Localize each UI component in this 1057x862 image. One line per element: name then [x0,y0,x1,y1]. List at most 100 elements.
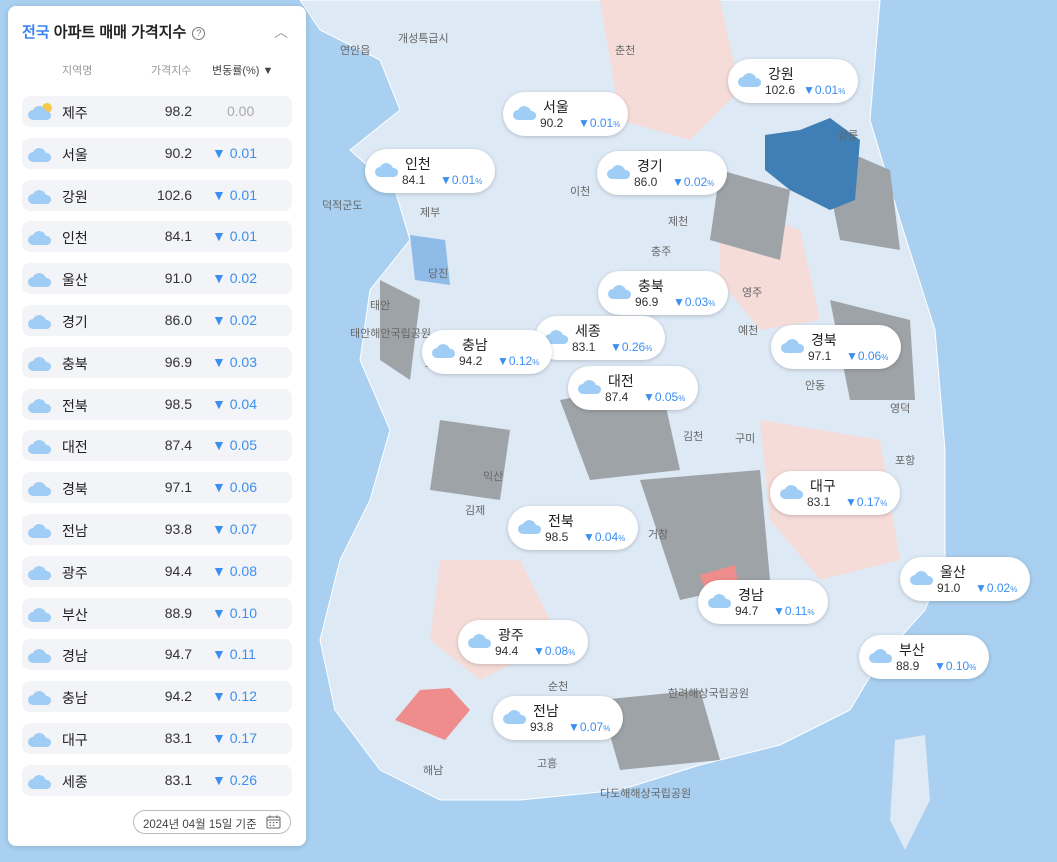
price-index: 102.6 [156,186,192,203]
cloudy-weather-icon [28,353,54,376]
map-marker-0[interactable]: 서울 90.2 ▼0.01% [503,92,628,136]
col-change-sort[interactable]: 변동률(%) ▼ [212,62,273,78]
map-marker-14[interactable]: 부산 88.9 ▼0.10% [859,635,989,679]
change-rate: ▼ 0.04 [212,395,257,412]
map-marker-7[interactable]: 대전 87.4 ▼0.05% [568,366,698,410]
marker-change-value: ▼0.17 [845,495,881,509]
map-marker-11[interactable]: 울산 91.0 ▼0.02% [900,557,1030,601]
marker-change: ▼0.12% [497,354,539,368]
region-row-3[interactable]: 인천 84.1 ▼ 0.01 [22,221,292,253]
price-index: 98.5 [164,395,192,412]
marker-region: 대구 [810,478,836,494]
price-index: 98.2 [164,103,192,119]
map-place-label: 충주 [651,246,672,258]
region-row-13[interactable]: 경남 94.7 ▼ 0.11 [22,639,292,671]
map-marker-6[interactable]: 충남 94.2 ▼0.12% [422,330,552,374]
marker-index: 91.0 [937,581,961,595]
calendar-icon [266,815,281,829]
region-row-1[interactable]: 서울 90.2 ▼ 0.01 [22,137,292,169]
cloudy-weather-icon [578,376,604,401]
region-gray-8 [430,420,510,500]
region-row-4[interactable]: 울산 91.0 ▼ 0.02 [22,263,292,295]
map-marker-15[interactable]: 전남 93.8 ▼0.07% [493,696,623,740]
marker-change: ▼0.02% [975,581,1017,595]
marker-change: ▼0.05% [643,390,685,404]
region-row-8[interactable]: 대전 87.4 ▼ 0.05 [22,430,292,462]
region-row-15[interactable]: 대구 83.1 ▼ 0.17 [22,722,292,754]
change-rate: ▼ 0.12 [212,688,257,705]
change-rate: ▼ 0.02 [212,270,257,287]
marker-index: 102.6 [765,83,796,97]
price-index: 91.0 [164,270,192,287]
map-place-label: 당진 [428,268,449,280]
region-row-0[interactable]: 제주 98.2 0.00 [22,96,292,127]
region-row-11[interactable]: 광주 94.4 ▼ 0.08 [22,555,292,587]
price-index: 87.4 [164,437,192,454]
map-marker-8[interactable]: 경북 97.1 ▼0.06% [771,325,901,369]
map-place-label: 강릉 [838,130,859,142]
map-place-label: 순천 [548,681,569,693]
map-marker-5[interactable]: 세종 83.1 ▼0.26% [535,316,665,360]
region-name: 인천 [62,230,88,247]
price-index: 86.0 [164,311,192,328]
map-marker-3[interactable]: 경기 86.0 ▼0.02% [597,151,727,195]
region-row-6[interactable]: 충북 96.9 ▼ 0.03 [22,346,292,378]
map-place-label: 태안 [370,300,391,312]
marker-region: 경남 [738,587,764,603]
price-index-panel: 전국 아파트 매매 가격지수? ︿ 지역명 가격지수 변동률(%) ▼ 제주 9… [8,6,306,846]
price-index: 83.1 [164,771,192,788]
change-rate: ▼ 0.01 [212,228,257,245]
change-rate: ▼ 0.06 [212,479,257,496]
change-rate: ▼ 0.07 [212,520,257,537]
region-row-2[interactable]: 강원 102.6 ▼ 0.01 [22,179,292,211]
marker-change: ▼0.07% [568,720,610,734]
region-name: 전남 [62,522,88,539]
map-marker-1[interactable]: 강원 102.6 ▼0.01% [728,59,858,103]
marker-change-value: ▼0.04 [583,530,619,544]
collapse-chevron-up-icon[interactable]: ︿ [274,22,288,42]
map-marker-9[interactable]: 대구 83.1 ▼0.17% [770,471,900,515]
region-name: 충남 [62,690,88,707]
help-icon[interactable]: ? [192,27,206,40]
marker-change-value: ▼0.06 [846,349,882,363]
change-rate: ▼ 0.10 [212,604,257,621]
ulleung-island [890,735,930,850]
marker-index: 96.9 [635,295,659,309]
region-name: 경남 [62,648,88,665]
marker-index: 88.9 [896,659,920,673]
region-name: 울산 [62,272,88,289]
region-row-9[interactable]: 경북 97.1 ▼ 0.06 [22,472,292,504]
region-row-12[interactable]: 부산 88.9 ▼ 0.10 [22,597,292,629]
marker-change-unit: % [618,534,626,543]
marker-change: ▼0.04% [583,530,625,544]
change-rate: ▼ 0.01 [212,144,257,161]
marker-change-value: ▼0.03 [673,295,709,309]
region-row-16[interactable]: 세종 83.1 ▼ 0.26 [22,764,292,796]
region-name: 전북 [62,397,88,414]
map-place-label: 익산 [483,471,504,483]
date-picker-button[interactable]: 2024년 04월 15일 기준 [133,810,291,834]
map-marker-13[interactable]: 광주 94.4 ▼0.08% [458,620,588,664]
map-marker-12[interactable]: 경남 94.7 ▼0.11% [698,580,828,624]
map-marker-2[interactable]: 인천 84.1 ▼0.01% [365,149,495,193]
col-region: 지역명 [62,65,93,77]
marker-index: 94.4 [495,644,519,658]
region-scope-selector[interactable]: 전국 [22,24,50,41]
region-row-14[interactable]: 충남 94.2 ▼ 0.12 [22,681,292,713]
marker-change-value: ▼0.26 [610,340,646,354]
region-row-10[interactable]: 전남 93.8 ▼ 0.07 [22,513,292,545]
marker-change: ▼0.26% [610,340,652,354]
marker-change: ▼0.17% [845,495,887,509]
marker-change-unit: % [708,299,716,308]
region-row-5[interactable]: 경기 86.0 ▼ 0.02 [22,304,292,336]
marker-change: ▼0.01% [803,83,845,97]
map-place-label: 한려해상국립공원 [668,688,749,700]
marker-index: 98.5 [545,530,569,544]
map-marker-10[interactable]: 전북 98.5 ▼0.04% [508,506,638,550]
map-place-label: 김천 [683,431,704,443]
region-row-7[interactable]: 전북 98.5 ▼ 0.04 [22,388,292,420]
marker-change-unit: % [613,120,621,129]
map-marker-4[interactable]: 충북 96.9 ▼0.03% [598,271,728,315]
marker-region: 서울 [543,99,569,115]
marker-region: 경기 [637,158,663,174]
